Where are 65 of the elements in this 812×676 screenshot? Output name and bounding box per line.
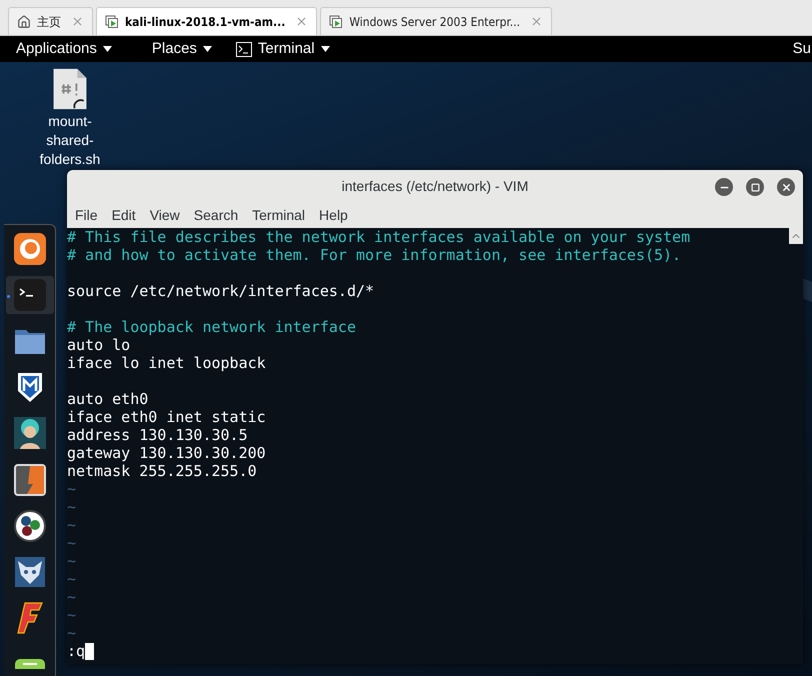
- flash-icon[interactable]: [16, 602, 42, 634]
- vm-icon: [329, 14, 344, 28]
- vm-icon: [105, 14, 119, 28]
- browser-tab[interactable]: kali-linux-2018.1-vm-am...: [96, 7, 318, 35]
- tab-label: 主页: [37, 14, 61, 30]
- maximize-icon: [750, 182, 760, 192]
- folder-icon[interactable]: [14, 327, 46, 356]
- comment-line: # This file describes the network interfaces available on your system: [67, 228, 690, 246]
- shield-icon[interactable]: [16, 371, 42, 404]
- panel-menu[interactable]: Terminal: [236, 38, 330, 60]
- cursor: [85, 642, 94, 660]
- file-label-line: shared-: [46, 131, 94, 150]
- code-line: address 130.130.30.5: [67, 426, 248, 444]
- script-file-icon: [52, 68, 88, 110]
- tab-label: Windows Server 2003 Enterpr...: [349, 14, 520, 30]
- tab-label: kali-linux-2018.1-vm-am...: [125, 14, 286, 30]
- home-icon: [17, 14, 31, 28]
- empty-line-marker: ~: [67, 570, 76, 588]
- menu-item[interactable]: Edit: [112, 205, 136, 226]
- comment-line: # and how to activate them. For more information, see interfaces(5).: [67, 246, 682, 264]
- menu-item[interactable]: Search: [194, 205, 238, 226]
- code-line: auto lo: [67, 336, 130, 354]
- caret-icon: [102, 46, 112, 52]
- code-line: source /etc/network/interfaces.d/*: [67, 282, 374, 300]
- browser-tab[interactable]: Windows Server 2003 Enterpr...: [320, 7, 552, 35]
- browser-tab[interactable]: 主页: [8, 7, 93, 35]
- close-icon[interactable]: [295, 15, 308, 28]
- panel-text: Su: [792, 38, 811, 59]
- code-line: iface lo inet loopback: [67, 354, 266, 372]
- menu-item[interactable]: Terminal: [252, 205, 306, 226]
- window-title: interfaces (/etc/network) - VIM: [342, 177, 528, 196]
- code-line: netmask 255.255.255.0: [67, 462, 257, 480]
- comment-line: # The loopback network interface: [67, 318, 356, 336]
- minimize-button[interactable]: [715, 178, 733, 196]
- caret-icon: [320, 46, 330, 52]
- empty-line-marker: ~: [67, 534, 76, 552]
- lightning-icon[interactable]: [14, 464, 46, 496]
- empty-line-marker: ~: [67, 516, 76, 534]
- close-button[interactable]: [777, 178, 795, 196]
- panel-menu[interactable]: Applications: [16, 38, 112, 60]
- file-label-line: folders.sh: [40, 150, 100, 169]
- close-icon: [780, 182, 792, 192]
- maximize-button[interactable]: [746, 178, 764, 196]
- fox-icon[interactable]: [14, 233, 46, 266]
- terminal-icon[interactable]: [14, 279, 46, 312]
- code-line: auto eth0: [67, 390, 148, 408]
- panel-menu[interactable]: Places: [152, 38, 212, 60]
- empty-line-marker: ~: [67, 606, 76, 624]
- command-line: :q: [67, 642, 86, 660]
- empty-line-marker: ~: [67, 552, 76, 570]
- terminal-icon: [236, 42, 252, 56]
- empty-line-marker: ~: [67, 498, 76, 516]
- empty-line-marker: ~: [67, 624, 76, 642]
- code-line: iface eth0 inet static: [67, 408, 266, 426]
- caret-icon: [202, 46, 212, 52]
- empty-line-marker: ~: [67, 588, 76, 606]
- menu-item[interactable]: File: [75, 205, 98, 226]
- dots-icon[interactable]: [14, 510, 46, 542]
- menu-item[interactable]: View: [150, 205, 180, 226]
- empty-line-marker: ~: [67, 480, 76, 498]
- code-line: gateway 130.130.30.200: [67, 444, 266, 462]
- app-icon[interactable]: [14, 658, 44, 669]
- menu-item[interactable]: Help: [319, 205, 348, 226]
- avatar-icon[interactable]: [14, 417, 46, 450]
- file-label-line: mount-: [48, 112, 92, 131]
